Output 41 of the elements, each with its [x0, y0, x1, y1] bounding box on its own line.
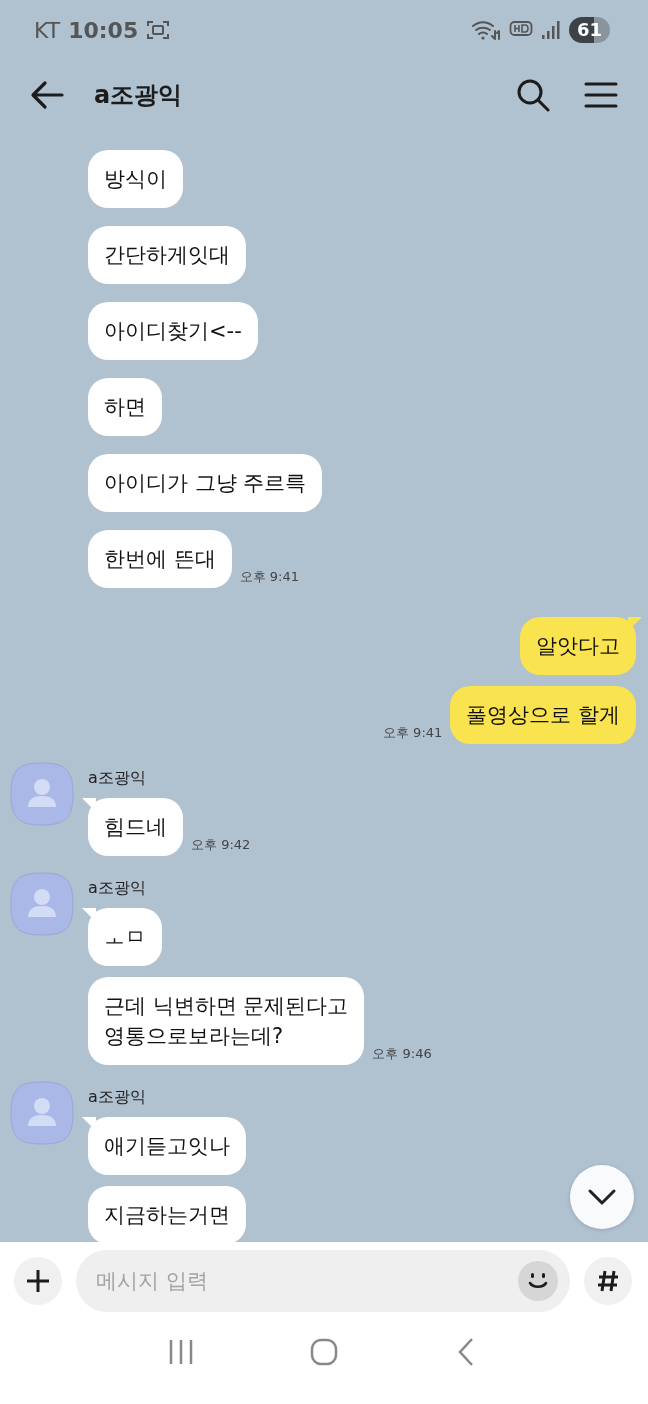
- chat-title: a조광익: [94, 80, 184, 111]
- message-bubble: 아이디찾기<--: [88, 302, 258, 360]
- message-bubble: 알앗다고: [520, 617, 636, 675]
- carrier-name: KT: [34, 17, 61, 43]
- message-time: 오후 9:41: [239, 568, 299, 586]
- message-time: 오후 9:42: [191, 836, 251, 854]
- back-arrow-icon[interactable]: [30, 80, 64, 110]
- status-time: 10:05: [68, 17, 139, 43]
- sender-name: a조광익: [88, 878, 147, 899]
- message-bubble: 방식이: [88, 150, 183, 208]
- message-input-field[interactable]: 메시지 입력: [76, 1250, 570, 1312]
- signal-icon: [540, 20, 561, 40]
- hashtag-icon: [595, 1268, 621, 1294]
- message-bubble: 풀영상으로 할게: [450, 686, 636, 744]
- wifi-icon: [470, 19, 501, 41]
- add-button[interactable]: [14, 1257, 62, 1305]
- message-bubble: 지금하는거면: [88, 1186, 246, 1242]
- home-icon[interactable]: [309, 1337, 339, 1367]
- avatar-icon: [10, 1081, 74, 1145]
- message-bubble: 아이디가 그냥 주르륵: [88, 454, 323, 512]
- sender-name: a조광익: [88, 1087, 147, 1108]
- message-bubble: ㅗㅁ: [88, 908, 162, 966]
- search-icon[interactable]: [516, 78, 550, 112]
- battery-indicator: 61: [568, 17, 610, 43]
- message-bubble: 애기듣고잇나: [88, 1117, 246, 1175]
- menu-icon[interactable]: [584, 81, 618, 109]
- message-time: 오후 9:41: [383, 724, 443, 742]
- message-bubble: 힘드네: [88, 798, 183, 856]
- hashtag-button[interactable]: [584, 1257, 632, 1305]
- message-bubble: 간단하게잇대: [88, 226, 246, 284]
- message-bubble: 한번에 뜬대: [88, 530, 232, 588]
- scroll-down-button[interactable]: [570, 1165, 634, 1229]
- plus-icon: [25, 1268, 51, 1294]
- screenshot-icon: [146, 19, 171, 41]
- message-time: 오후 9:46: [372, 1045, 432, 1063]
- message-bubble: 근데 닉변하면 문제된다고 영통으로보라는데?: [88, 977, 365, 1065]
- chevron-down-icon: [587, 1188, 617, 1206]
- message-bubble: 하면: [88, 378, 162, 436]
- avatar-icon: [10, 872, 74, 936]
- avatar-icon: [10, 762, 74, 826]
- sender-name: a조광익: [88, 768, 147, 789]
